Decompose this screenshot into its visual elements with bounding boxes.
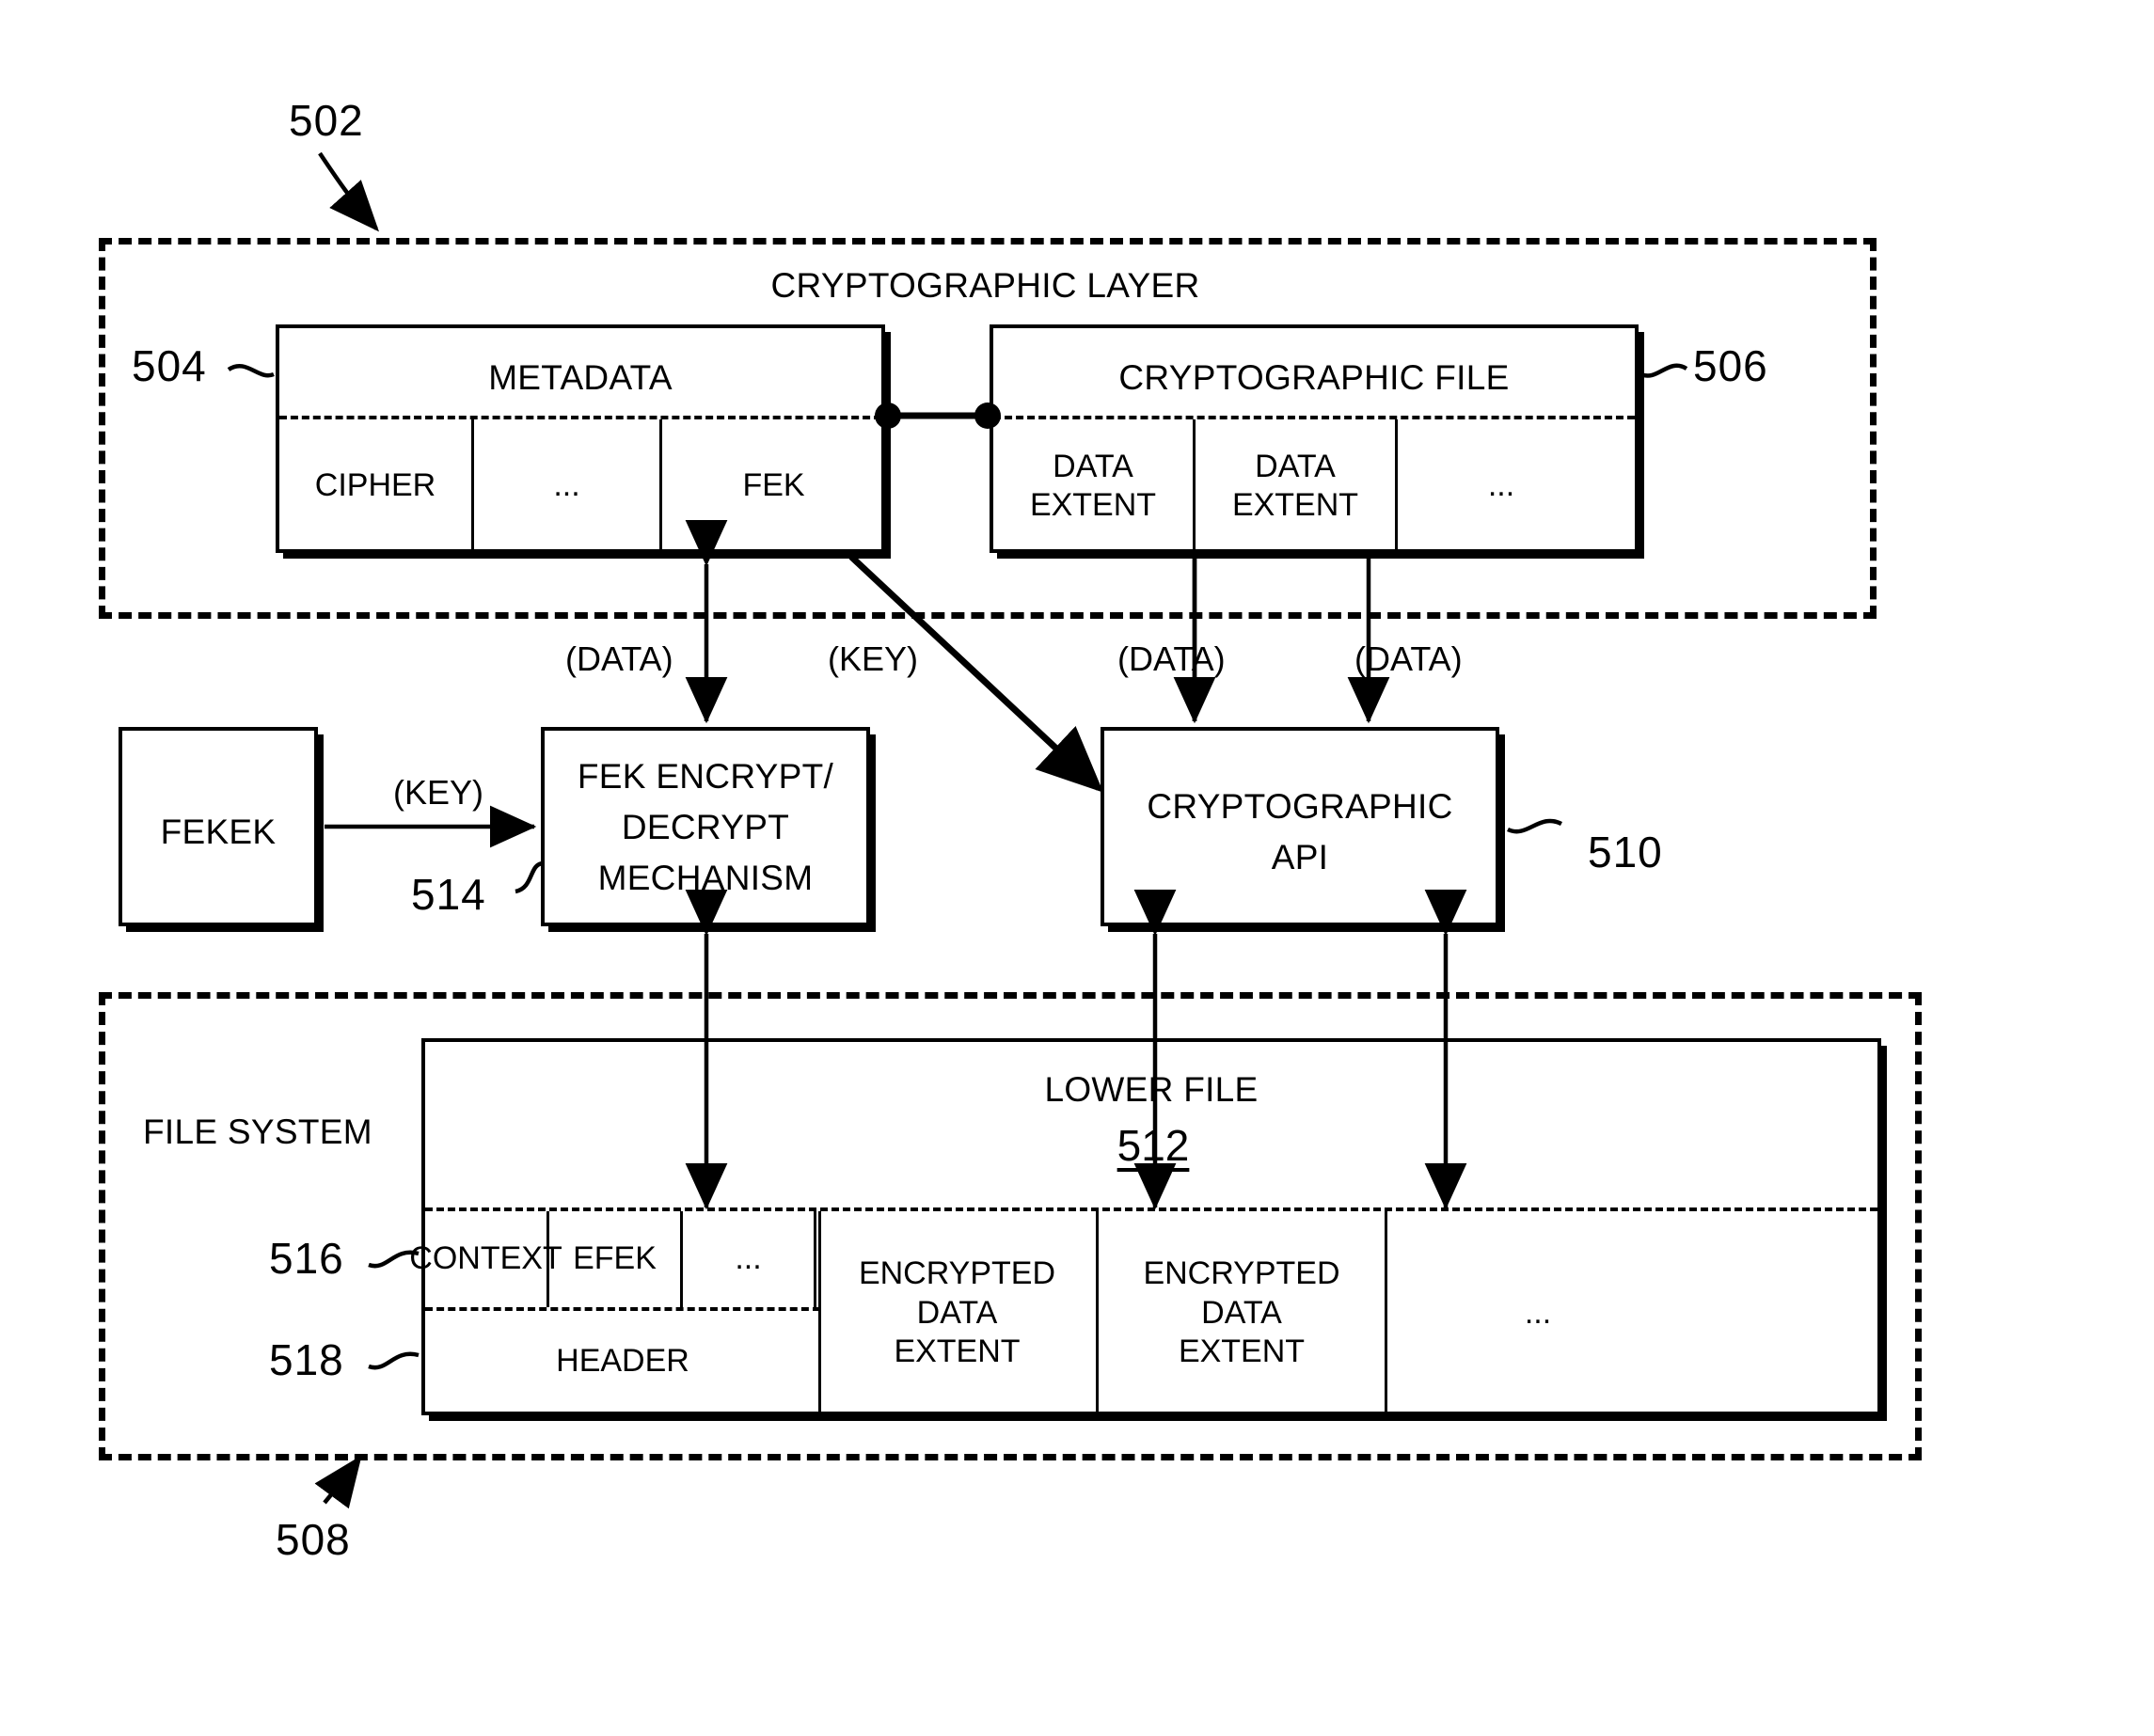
data-extent-cell: ...	[1398, 419, 1605, 553]
cryptographic-layer-title: CRYPTOGRAPHIC LAYER	[770, 266, 1200, 305]
header-field-cell: CONTEXT	[409, 1211, 562, 1307]
fek-mechanism-line2: DECRYPT	[621, 808, 790, 846]
patent-figure: 502 CRYPTOGRAPHIC LAYER 504 METADATA CIP…	[0, 0, 2154, 1736]
metadata-cell: FEK	[662, 419, 885, 553]
ref-numeral-516: 516	[269, 1234, 344, 1283]
header-field-label: ...	[735, 1240, 762, 1277]
cryptographic-api-line2: API	[1271, 838, 1329, 876]
data-extent-label: DATA EXTENT	[1231, 448, 1359, 523]
cryptographic-file-box: CRYPTOGRAPHIC FILE DATA EXTENT DATA EXTE…	[990, 324, 1639, 553]
metadata-cell-label: ...	[553, 467, 580, 504]
leader-510	[1507, 818, 1563, 834]
metadata-cell-label: FEK	[742, 467, 805, 504]
fek-mechanism-line1: FEK ENCRYPT/	[577, 757, 834, 796]
metadata-box-title: METADATA	[488, 358, 673, 397]
cryptographic-file-box-title: CRYPTOGRAPHIC FILE	[1118, 358, 1510, 397]
fek-mechanism-box: FEK ENCRYPT/ DECRYPT MECHANISM	[541, 727, 870, 926]
metadata-cell: CIPHER	[279, 419, 474, 553]
edge-label-data-extent2: (DATA)	[1354, 639, 1463, 678]
data-extent-label: ...	[1487, 467, 1515, 504]
cryptographic-api-box: CRYPTOGRAPHIC API	[1101, 727, 1499, 926]
encrypted-data-extent-cell: ENCRYPTED DATA EXTENT	[818, 1211, 1099, 1415]
ref-numeral-502: 502	[289, 96, 364, 145]
data-extent-cell: DATA EXTENT	[1196, 419, 1398, 553]
fekek-box: FEKEK	[119, 727, 318, 926]
leader-514	[515, 860, 545, 894]
ref-numeral-504: 504	[132, 341, 207, 390]
header-field-cell: ...	[683, 1211, 816, 1307]
lower-file-box: LOWER FILE 512 CONTEXT EFEK ... HEADER E…	[409, 1038, 1881, 1415]
leader-502	[318, 151, 379, 232]
file-system-title: FILE SYSTEM	[143, 1113, 372, 1151]
ref-numeral-510: 510	[1588, 828, 1663, 876]
ref-numeral-514: 514	[411, 870, 486, 919]
header-row-label: HEADER	[556, 1342, 689, 1379]
edge-label-data-extent1: (DATA)	[1117, 639, 1226, 678]
edge-label-key-metadata: (KEY)	[828, 639, 919, 678]
metadata-box: METADATA CIPHER ... FEK	[276, 324, 885, 553]
ref-numeral-518: 518	[269, 1335, 344, 1384]
edge-label-key-fekek: (KEY)	[393, 773, 484, 812]
metadata-cell-label: CIPHER	[314, 467, 436, 504]
ref-numeral-512: 512	[1117, 1121, 1190, 1170]
metadata-cell: ...	[474, 419, 662, 553]
lower-file-title: LOWER FILE	[1044, 1070, 1259, 1109]
encrypted-data-extent-label: ENCRYPTED DATA EXTENT	[858, 1255, 1056, 1370]
encrypted-data-extent-label: ...	[1524, 1294, 1552, 1331]
edge-label-data-metadata: (DATA)	[565, 639, 673, 678]
encrypted-data-extent-label: ENCRYPTED DATA EXTENT	[1143, 1255, 1340, 1370]
ref-numeral-506: 506	[1693, 341, 1768, 390]
header-field-label: CONTEXT	[409, 1240, 562, 1277]
header-field-cell: EFEK	[549, 1211, 683, 1307]
data-extent-cell: DATA EXTENT	[993, 419, 1196, 553]
encrypted-data-extent-cell: ...	[1387, 1211, 1688, 1415]
cryptographic-api-line1: CRYPTOGRAPHIC	[1147, 787, 1453, 826]
header-field-label: EFEK	[573, 1240, 657, 1277]
leader-508	[314, 1455, 362, 1509]
fek-mechanism-line3: MECHANISM	[597, 859, 814, 897]
fekek-box-title: FEKEK	[160, 813, 277, 851]
header-row: HEADER	[425, 1307, 820, 1415]
ref-numeral-508: 508	[276, 1515, 351, 1564]
encrypted-data-extent-cell: ENCRYPTED DATA EXTENT	[1099, 1211, 1387, 1415]
data-extent-label: DATA EXTENT	[1029, 448, 1157, 523]
